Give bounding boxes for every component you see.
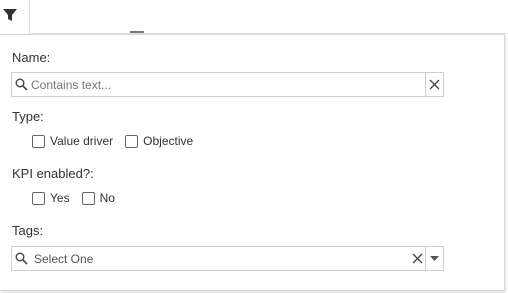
close-icon xyxy=(429,79,440,90)
yes-label: Yes xyxy=(50,191,70,205)
objective-label: Objective xyxy=(143,134,194,148)
name-clear-button[interactable] xyxy=(425,73,443,96)
filter-button[interactable] xyxy=(0,4,20,26)
tags-filter-label: Tags: xyxy=(12,223,44,238)
close-icon xyxy=(412,253,423,264)
search-icon xyxy=(15,252,28,265)
type-option-objective[interactable]: Objective xyxy=(125,134,193,148)
type-options: Value driver Objective xyxy=(32,134,201,148)
caret-down-icon xyxy=(430,255,439,261)
no-label: No xyxy=(99,191,115,205)
tags-select[interactable]: Select One xyxy=(11,246,444,271)
name-filter-label: Name: xyxy=(12,50,51,65)
objective-checkbox[interactable] xyxy=(125,134,139,148)
filter-popover: Name: Type: Value driver Objective KPI e… xyxy=(0,34,505,291)
search-icon xyxy=(15,78,28,91)
filter-icon xyxy=(3,9,17,21)
kpi-option-no[interactable]: No xyxy=(81,191,115,205)
name-filter-input[interactable] xyxy=(31,75,421,94)
type-filter-label: Type: xyxy=(12,109,44,124)
value-driver-label: Value driver xyxy=(50,134,114,148)
tags-select-value: Select One xyxy=(34,252,94,266)
name-filter-field xyxy=(11,72,444,97)
tags-dropdown-button[interactable] xyxy=(425,247,443,270)
type-option-value-driver[interactable]: Value driver xyxy=(32,134,113,148)
no-checkbox[interactable] xyxy=(81,191,95,205)
kpi-option-yes[interactable]: Yes xyxy=(32,191,70,205)
kpi-filter-label: KPI enabled?: xyxy=(12,166,94,181)
toolbar-left-column xyxy=(0,0,30,36)
kpi-options: Yes No xyxy=(32,191,123,205)
yes-checkbox[interactable] xyxy=(32,191,45,205)
background-text-fragment xyxy=(130,29,160,33)
value-driver-checkbox[interactable] xyxy=(32,134,45,148)
tags-clear-button[interactable] xyxy=(409,247,426,270)
